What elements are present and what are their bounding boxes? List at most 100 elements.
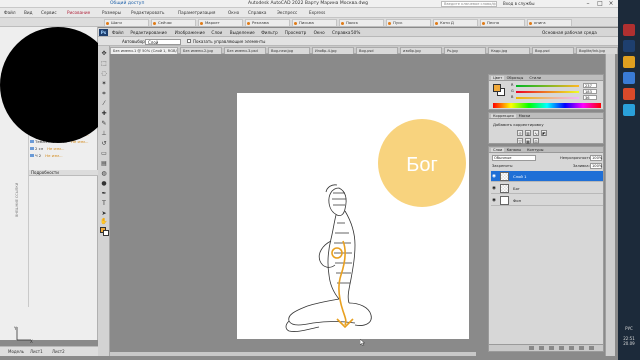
document-tab[interactable]: Изобр-4.jpg xyxy=(312,47,354,54)
tab-8[interactable]: Песня xyxy=(480,19,525,26)
channel-slider[interactable]: R 237 xyxy=(511,83,601,88)
panel-tab[interactable]: Образцы xyxy=(507,76,524,80)
details-header[interactable]: Подробности xyxy=(29,170,98,176)
fill-field[interactable]: 100% xyxy=(590,163,602,169)
app-icon-telegram[interactable] xyxy=(623,104,635,116)
ps-menu-6[interactable]: Просмотр xyxy=(285,30,307,35)
tab-4[interactable]: Письма xyxy=(292,19,337,26)
panel-tab[interactable]: Стили xyxy=(529,76,541,80)
file-row[interactable]: Ч 2 Не изм... xyxy=(30,153,63,158)
document-tab[interactable]: Без имени-3.psd xyxy=(224,47,266,54)
menu-1[interactable]: Вид xyxy=(24,10,33,15)
layer-style-icon[interactable] xyxy=(539,346,544,350)
horizontal-scrollbar[interactable] xyxy=(110,352,476,356)
channel-value-field[interactable]: 237 xyxy=(583,83,597,88)
hand-tool-icon[interactable]: ✋ xyxy=(100,218,108,225)
app-icon-explorer[interactable] xyxy=(623,56,635,68)
ps-menu-0[interactable]: Файл xyxy=(112,30,124,35)
layout-tab-0[interactable]: Модель xyxy=(8,349,24,354)
menu-2[interactable]: Сервис xyxy=(41,10,57,15)
menu-6[interactable]: Параметризация xyxy=(178,10,215,15)
move-tool-icon[interactable]: ✥ xyxy=(100,50,108,57)
link-layers-icon[interactable] xyxy=(529,346,534,350)
type-tool-icon[interactable]: T xyxy=(100,200,108,207)
document-tab[interactable]: Bog-new.jpg xyxy=(268,47,310,54)
channel-gradient[interactable] xyxy=(516,84,579,87)
channel-gradient[interactable] xyxy=(516,96,579,99)
background-color-swatch[interactable] xyxy=(103,230,109,236)
document-tab[interactable]: Ps.jpg xyxy=(444,47,486,54)
brightness-icon[interactable]: ☼ xyxy=(517,130,523,136)
panel-tab[interactable]: Коррекция xyxy=(491,114,516,118)
tab-5[interactable]: Поиск xyxy=(339,19,384,26)
workspace-select[interactable]: Основная рабочая среда xyxy=(542,30,597,35)
delete-layer-icon[interactable] xyxy=(589,346,594,350)
menu-3[interactable]: Рисование xyxy=(67,10,90,15)
app-icon-browser[interactable] xyxy=(623,72,635,84)
hue-icon[interactable]: ▦ xyxy=(525,138,531,144)
exposure-icon[interactable]: ◩ xyxy=(541,130,547,136)
autoselect-select[interactable]: Слой xyxy=(145,38,181,45)
document-tab[interactable]: Boglite/Ink.jpg xyxy=(576,47,618,54)
new-layer-icon[interactable] xyxy=(579,346,584,350)
group-icon[interactable] xyxy=(569,346,574,350)
lasso-tool-icon[interactable]: ◌ xyxy=(100,70,108,77)
layer-row[interactable]: ◉ Слой 1 xyxy=(491,171,603,182)
document-tab[interactable]: изобр.jpg xyxy=(400,47,442,54)
document-tab[interactable]: Bog.psd xyxy=(532,47,574,54)
document-tab[interactable]: Без имени-1 @ 50% (Слой 1, RGB/8#) (несо… xyxy=(110,47,178,54)
dodge-tool-icon[interactable]: ● xyxy=(100,180,108,187)
layer-row[interactable]: ◉ Фон xyxy=(491,195,603,206)
menu-9[interactable]: Экспресс xyxy=(277,10,297,15)
healing-icon[interactable]: ✚ xyxy=(100,110,108,117)
blend-mode-select[interactable]: Обычные xyxy=(492,155,536,161)
app-icon-autocad[interactable] xyxy=(623,24,635,36)
ps-menu-2[interactable]: Изображение xyxy=(175,30,205,35)
menu-10[interactable]: Express xyxy=(309,10,325,15)
layout-tab-2[interactable]: Лист2 xyxy=(52,349,65,354)
visibility-eye-icon[interactable]: ◉ xyxy=(492,186,497,191)
ps-menu-5[interactable]: Фильтр xyxy=(261,30,278,35)
channel-slider[interactable]: B 36 xyxy=(511,95,601,100)
panel-tab[interactable]: Маски xyxy=(519,114,531,118)
menu-5[interactable]: Редактировать xyxy=(131,10,164,15)
menu-8[interactable]: Справка xyxy=(248,10,266,15)
panel-tab[interactable]: Каналы xyxy=(507,148,521,152)
maximize-icon[interactable]: □ xyxy=(595,0,605,8)
tab-7[interactable]: Кати Д xyxy=(433,19,478,26)
magic-wand-icon[interactable]: ✶ xyxy=(100,80,108,87)
visibility-eye-icon[interactable]: ◉ xyxy=(492,174,497,179)
eraser-tool-icon[interactable]: ▭ xyxy=(100,150,108,157)
tab-6[interactable]: Пуск xyxy=(386,19,431,26)
channel-value-field[interactable]: 36 xyxy=(583,95,597,100)
marquee-tool-icon[interactable]: ⬚ xyxy=(100,60,108,67)
menu-7[interactable]: Окно xyxy=(228,10,239,15)
document-tab[interactable]: Без имени-2.jpg xyxy=(180,47,222,54)
panel-tab[interactable]: Контуры xyxy=(527,148,543,152)
document-tab[interactable]: Bog.psd xyxy=(356,47,398,54)
menu-0[interactable]: Файл xyxy=(4,10,16,15)
panel-tab[interactable]: Слои xyxy=(491,148,505,152)
search-input[interactable]: Введите ключевое слово/фразу xyxy=(441,1,497,7)
ps-menu-4[interactable]: Выделение xyxy=(230,30,255,35)
pen-tool-icon[interactable]: ✒ xyxy=(100,190,108,197)
ps-menu-3[interactable]: Слои xyxy=(211,30,222,35)
menu-4[interactable]: Размеры xyxy=(102,10,121,15)
show-controls-checkbox[interactable] xyxy=(187,39,191,43)
ps-menu-7[interactable]: Окно xyxy=(314,30,325,35)
app-icon-yandex[interactable] xyxy=(623,88,635,100)
stamp-tool-icon[interactable]: ⊥ xyxy=(100,130,108,137)
channel-gradient[interactable] xyxy=(516,90,579,93)
path-select-icon[interactable]: ➤ xyxy=(100,210,108,217)
history-brush-icon[interactable]: ↺ xyxy=(100,140,108,147)
layout-tab-1[interactable]: Лист1 xyxy=(30,349,43,354)
crop-tool-icon[interactable]: ⌗ xyxy=(100,90,108,97)
levels-icon[interactable]: ▥ xyxy=(525,130,531,136)
app-icon-photoshop[interactable] xyxy=(623,40,635,52)
minimize-icon[interactable]: – xyxy=(583,0,593,8)
ps-menu-8[interactable]: Справка xyxy=(332,30,350,35)
brush-tool-icon[interactable]: ✎ xyxy=(100,120,108,127)
close-icon[interactable]: × xyxy=(606,0,616,8)
sign-in-button[interactable]: Вход в службы xyxy=(503,1,535,6)
vibrance-icon[interactable]: ▽ xyxy=(517,138,523,144)
